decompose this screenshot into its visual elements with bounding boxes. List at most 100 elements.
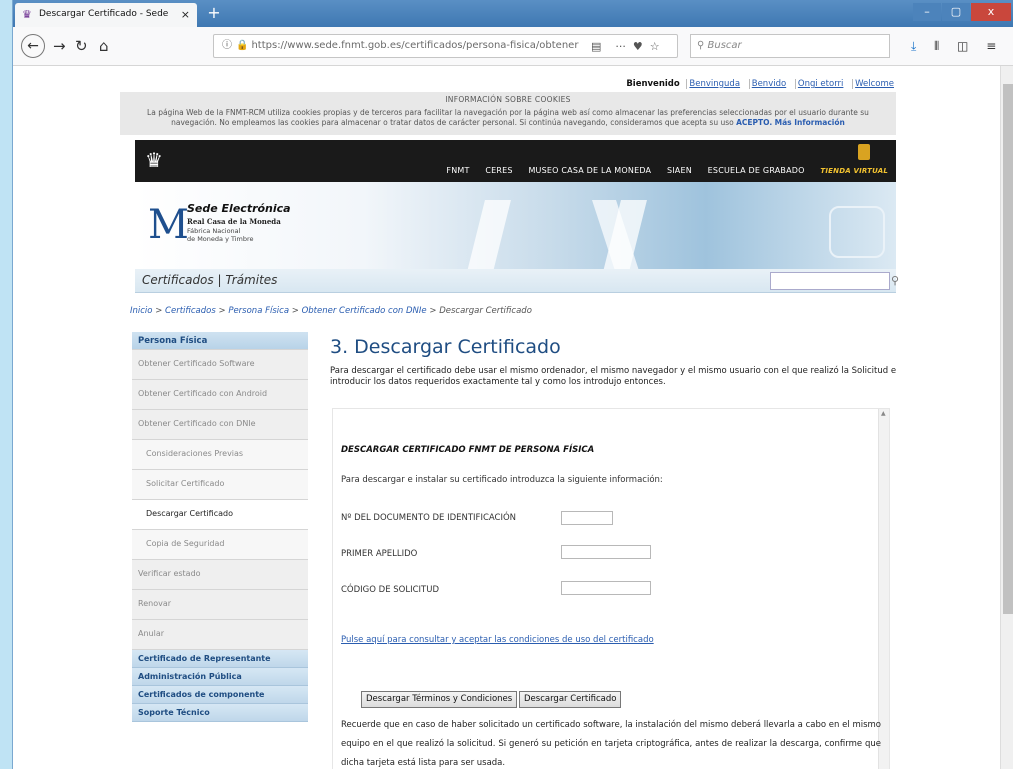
breadcrumb-inicio[interactable]: Inicio — [130, 306, 153, 316]
download-certificate-button[interactable]: Descargar Certificado — [519, 691, 622, 708]
menu-siaen[interactable]: SIAEN — [667, 166, 692, 175]
title-bar: ♛ Descargar Certificado - Sede × + – ▢ x — [13, 0, 1013, 27]
menu-fnmt[interactable]: FNMT — [446, 166, 469, 175]
doc-number-input[interactable] — [561, 511, 613, 525]
codigo-label: CÓDIGO DE SOLICITUD — [341, 585, 440, 595]
sidebar-category[interactable]: Certificados de componente — [132, 686, 308, 704]
breadcrumb-current: Descargar Certificado — [439, 306, 532, 316]
cookie-notice: INFORMACIÓN SOBRE COOKIES La página Web … — [120, 92, 896, 135]
pocket-icon[interactable]: ♥ — [633, 40, 643, 53]
back-arrow-icon[interactable]: ← — [21, 34, 45, 58]
scroll-up-icon[interactable]: ▲ — [881, 410, 886, 417]
apellido-label: PRIMER APELLIDO — [341, 549, 418, 559]
cookie-accept-link[interactable]: ACEPTO. — [736, 118, 772, 127]
cookie-title: INFORMACIÓN SOBRE COOKIES — [445, 95, 571, 104]
apellido-input[interactable] — [561, 545, 651, 559]
fnmt-crown-logo-icon[interactable]: ♛ — [145, 148, 163, 172]
maximize-button[interactable]: ▢ — [942, 3, 970, 21]
top-menu-bar: ♛ FNMT CERES MUSEO CASA DE LA MONEDA SIA… — [135, 140, 896, 182]
sidebar-icon[interactable]: ◫ — [957, 39, 968, 53]
codigo-input[interactable] — [561, 581, 651, 595]
tab-certificados[interactable]: Certificados — [142, 273, 214, 287]
lock-icon: 🔒 — [236, 40, 249, 51]
language-bar: Bienvenido Benvinguda Benvido Ongi etorr… — [120, 79, 896, 89]
shopping-bag-icon[interactable] — [858, 144, 870, 160]
lang-welcome: Bienvenido — [626, 79, 680, 89]
lang-link-ca[interactable]: Benvinguda — [686, 79, 743, 89]
download-terms-button[interactable]: Descargar Términos y Condiciones — [361, 691, 518, 708]
sidebar-subitem[interactable]: Consideraciones Previas — [132, 440, 308, 470]
sidebar-item[interactable]: Obtener Certificado Software — [132, 350, 308, 380]
tab-close-icon[interactable]: × — [181, 8, 190, 21]
main-content: 3. Descargar Certificado Para descargar … — [330, 332, 916, 769]
intro-text: Para descargar el certificado debe usar … — [330, 366, 897, 387]
close-window-button[interactable]: x — [971, 3, 1011, 21]
sidebar-item[interactable]: Verificar estado — [132, 560, 308, 590]
sidebar-head-persona-fisica[interactable]: Persona Física — [132, 332, 308, 350]
search-placeholder: Buscar — [707, 40, 742, 51]
sidebar-item[interactable]: Renovar — [132, 590, 308, 620]
cookie-more-link[interactable]: Más Información — [775, 118, 845, 127]
tab-tramites[interactable]: Trámites — [225, 273, 277, 287]
breadcrumb-obtener-dnie[interactable]: Obtener Certificado con DNIe — [302, 306, 427, 316]
minimize-button[interactable]: – — [913, 3, 941, 21]
download-form-frame: ▲ DESCARGAR CERTIFICADO FNMT DE PERSONA … — [332, 408, 890, 769]
url-path: /certificados/persona-fisica/obtener — [401, 40, 579, 51]
breadcrumb-certificados[interactable]: Certificados — [165, 306, 216, 316]
sidebar-subitem-active[interactable]: Descargar Certificado — [132, 500, 308, 530]
menu-icon[interactable]: ≡ — [986, 39, 996, 53]
navigation-bar: ← → ↻ ⌂ ⓘ 🔒 https://www.sede.fnmt.gob.es/c… — [13, 27, 1013, 66]
menu-museo[interactable]: MUSEO CASA DE LA MONEDA — [528, 166, 651, 175]
reload-icon[interactable]: ↻ — [75, 37, 88, 55]
sidebar-category[interactable]: Certificado de Representante — [132, 650, 308, 668]
reader-view-icon[interactable]: ▤ — [591, 40, 601, 53]
new-tab-button[interactable]: + — [204, 4, 224, 24]
menu-ceres[interactable]: CERES — [485, 166, 512, 175]
forward-arrow-icon[interactable]: → — [53, 37, 66, 55]
frame-scrollbar[interactable]: ▲ — [878, 409, 889, 769]
toolbar-icons: ⤓ ⫴ ◫ ≡ — [911, 39, 1010, 54]
download-icon[interactable]: ⤓ — [911, 39, 916, 53]
lang-link-eu[interactable]: Ongi etorri — [794, 79, 846, 89]
site-search-input[interactable] — [770, 272, 890, 290]
sidebar-item[interactable]: Obtener Certificado con Android — [132, 380, 308, 410]
sidebar-item[interactable]: Obtener Certificado con DNIe — [132, 410, 308, 440]
bookmark-star-icon[interactable]: ☆ — [650, 40, 660, 53]
menu-escuela[interactable]: ESCUELA DE GRABADO — [708, 166, 805, 175]
sidebar-item[interactable]: Anular — [132, 620, 308, 650]
page-scrollbar[interactable] — [1000, 66, 1013, 769]
banner-line1: Real Casa de la Moneda — [187, 217, 281, 226]
library-icon[interactable]: ⫴ — [934, 39, 939, 53]
breadcrumb: Inicio > Certificados > Persona Física >… — [130, 306, 532, 316]
search-input[interactable]: ⚲ Buscar — [690, 34, 890, 58]
sidebar-category[interactable]: Soporte Técnico — [132, 704, 308, 722]
reminder-note: Recuerde que en caso de haber solicitado… — [341, 720, 881, 768]
page-actions-icon[interactable]: ··· — [615, 40, 626, 53]
browser-window: ♛ Descargar Certificado - Sede × + – ▢ x… — [12, 0, 1013, 769]
page-content: Bienvenido Benvinguda Benvido Ongi etorr… — [13, 66, 1000, 769]
browser-tab[interactable]: ♛ Descargar Certificado - Sede × — [15, 3, 197, 27]
sidebar-subitem[interactable]: Copia de Seguridad — [132, 530, 308, 560]
lang-link-gl[interactable]: Benvido — [748, 79, 789, 89]
menu-tienda-virtual[interactable]: TIENDA VIRTUAL — [820, 167, 888, 175]
page-title: 3. Descargar Certificado — [330, 336, 561, 358]
breadcrumb-persona-fisica[interactable]: Persona Física — [228, 306, 289, 316]
home-icon[interactable]: ⌂ — [99, 37, 109, 55]
info-icon[interactable]: ⓘ — [222, 40, 232, 51]
site-banner: M Sede Electrónica Real Casa de la Moned… — [135, 182, 896, 276]
search-icon[interactable]: ⚲ — [891, 274, 899, 287]
form-help-text: Para descargar e instalar su certificado… — [341, 475, 663, 485]
lang-link-en[interactable]: Welcome — [852, 79, 896, 89]
sidebar-subitem[interactable]: Solicitar Certificado — [132, 470, 308, 500]
banner-line2: Fábrica Nacional — [187, 227, 241, 235]
banner-title: Sede Electrónica — [187, 202, 291, 215]
search-icon: ⚲ — [697, 40, 705, 51]
sidebar-category[interactable]: Administración Pública — [132, 668, 308, 686]
url-host: https://www.sede.fnmt.gob.es — [251, 40, 402, 51]
section-tabs: Certificados | Trámites ⚲ — [135, 269, 899, 293]
scrollbar-thumb[interactable] — [1003, 84, 1013, 614]
conditions-link[interactable]: Pulse aquí para consultar y aceptar las … — [341, 635, 654, 645]
fnmt-logo-icon[interactable]: M — [148, 202, 189, 248]
banner-lines: Fábrica Nacional de Moneda y Timbre — [187, 227, 254, 243]
form-section-title: DESCARGAR CERTIFICADO FNMT DE PERSONA FÍ… — [341, 445, 595, 455]
